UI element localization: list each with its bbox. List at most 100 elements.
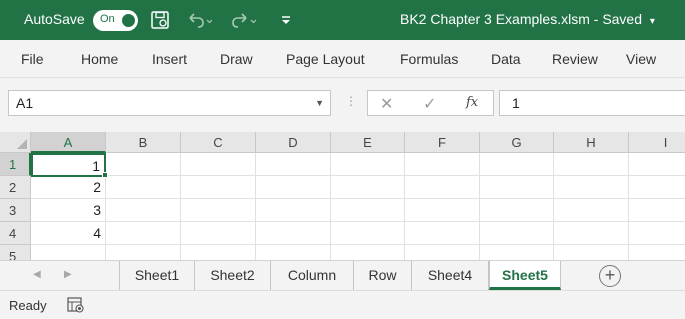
cell-f4[interactable] [405,222,480,245]
column-header-i[interactable]: I [629,132,685,153]
cell-g4[interactable] [480,222,554,245]
cell-d1[interactable] [256,153,331,176]
cell-b2[interactable] [106,176,181,199]
cell-g1[interactable] [480,153,554,176]
tab-data[interactable]: Data [491,51,521,67]
tab-formulas[interactable]: Formulas [400,51,458,67]
tab-file[interactable]: File [21,51,44,67]
name-box[interactable]: A1 ▼ [8,90,331,116]
sheet-tab-sheet4[interactable]: Sheet4 [411,261,489,290]
cell-h5[interactable] [554,245,629,260]
cell-i3[interactable] [629,199,685,222]
tab-page-layout[interactable]: Page Layout [286,51,365,67]
cell-a3[interactable]: 3 [31,199,106,222]
document-title[interactable]: BK2 Chapter 3 Examples.xlsm - Saved ▾ [400,11,655,27]
column-header-g[interactable]: G [480,132,554,153]
cell-g3[interactable] [480,199,554,222]
cell-h1[interactable] [554,153,629,176]
cell-c3[interactable] [181,199,256,222]
row-header-2[interactable]: 2 [0,176,31,199]
column-header-f[interactable]: F [405,132,480,153]
cell-f5[interactable] [405,245,480,260]
fill-handle[interactable] [102,172,108,178]
tab-insert[interactable]: Insert [152,51,187,67]
cell-d4[interactable] [256,222,331,245]
autosave-label: AutoSave [24,11,85,27]
cell-f2[interactable] [405,176,480,199]
sheet-tab-sheet1[interactable]: Sheet1 [119,261,194,290]
cell-b4[interactable] [106,222,181,245]
cell-i4[interactable] [629,222,685,245]
undo-icon[interactable] [186,10,213,30]
cell-e2[interactable] [331,176,405,199]
column-header-e[interactable]: E [331,132,405,153]
column-header-a[interactable]: A [31,132,106,153]
file-name: BK2 Chapter 3 Examples.xlsm [400,11,590,27]
cell-e4[interactable] [331,222,405,245]
cell-b1[interactable] [106,153,181,176]
select-all-button[interactable] [0,132,31,153]
cell-h2[interactable] [554,176,629,199]
tab-home[interactable]: Home [81,51,118,67]
tab-view[interactable]: View [626,51,656,67]
cell-f1[interactable] [405,153,480,176]
sheet-tab-row[interactable]: Row [353,261,411,290]
redo-icon[interactable] [230,10,257,30]
cell-i2[interactable] [629,176,685,199]
tab-review[interactable]: Review [552,51,598,67]
worksheet-grid[interactable]: A B C D E F G H I 1 2 3 4 5 1 2 3 4 [0,132,685,260]
sheet-tab-column[interactable]: Column [270,261,353,290]
cell-d3[interactable] [256,199,331,222]
cell-a5[interactable] [31,245,106,260]
cell-e5[interactable] [331,245,405,260]
column-header-c[interactable]: C [181,132,256,153]
enter-icon[interactable]: ✓ [423,94,436,114]
scroll-tabs-left-icon[interactable]: ◀ [33,269,41,280]
cell-g2[interactable] [480,176,554,199]
column-header-b[interactable]: B [106,132,181,153]
autosave-toggle[interactable]: On [93,10,138,31]
cell-d2[interactable] [256,176,331,199]
row-header-4[interactable]: 4 [0,222,31,245]
cell-c5[interactable] [181,245,256,260]
cell-b5[interactable] [106,245,181,260]
cell-i1[interactable] [629,153,685,176]
formula-input[interactable]: 1 [499,90,685,116]
tab-draw[interactable]: Draw [220,51,253,67]
formula-buttons: ✕ ✓ fx [367,90,494,116]
cell-h3[interactable] [554,199,629,222]
cell-g5[interactable] [480,245,554,260]
sheet-tab-sheet5[interactable]: Sheet5 [489,261,561,290]
row-header-1[interactable]: 1 [0,153,31,176]
cell-b3[interactable] [106,199,181,222]
cell-a2[interactable]: 2 [31,176,106,199]
cell-d5[interactable] [256,245,331,260]
row-header-3[interactable]: 3 [0,199,31,222]
cell-a1[interactable]: 1 [31,153,106,177]
scroll-tabs-right-icon[interactable]: ▶ [64,269,72,280]
cell-e1[interactable] [331,153,405,176]
customize-toolbar-icon[interactable] [280,10,300,30]
insert-function-icon[interactable]: fx [466,95,478,110]
cell-f3[interactable] [405,199,480,222]
sheet-tab-sheet2[interactable]: Sheet2 [194,261,270,290]
formula-bar-area: A1 ▼ ⋮ ✕ ✓ fx 1 [0,78,685,132]
column-header-h[interactable]: H [554,132,629,153]
cell-c4[interactable] [181,222,256,245]
cell-c1[interactable] [181,153,256,176]
row-header-5[interactable]: 5 [0,245,31,260]
macro-recording-icon[interactable] [67,297,85,313]
cell-e3[interactable] [331,199,405,222]
cell-i5[interactable] [629,245,685,260]
formula-value: 1 [512,95,520,111]
cell-c2[interactable] [181,176,256,199]
cancel-icon[interactable]: ✕ [380,94,393,114]
chevron-down-icon[interactable]: ▼ [315,98,324,108]
chevron-down-icon: ▾ [649,16,655,27]
add-sheet-icon[interactable]: + [599,265,621,287]
cell-h4[interactable] [554,222,629,245]
status-bar: Ready [0,290,685,319]
save-icon[interactable] [150,10,170,30]
column-header-d[interactable]: D [256,132,331,153]
cell-a4[interactable]: 4 [31,222,106,245]
